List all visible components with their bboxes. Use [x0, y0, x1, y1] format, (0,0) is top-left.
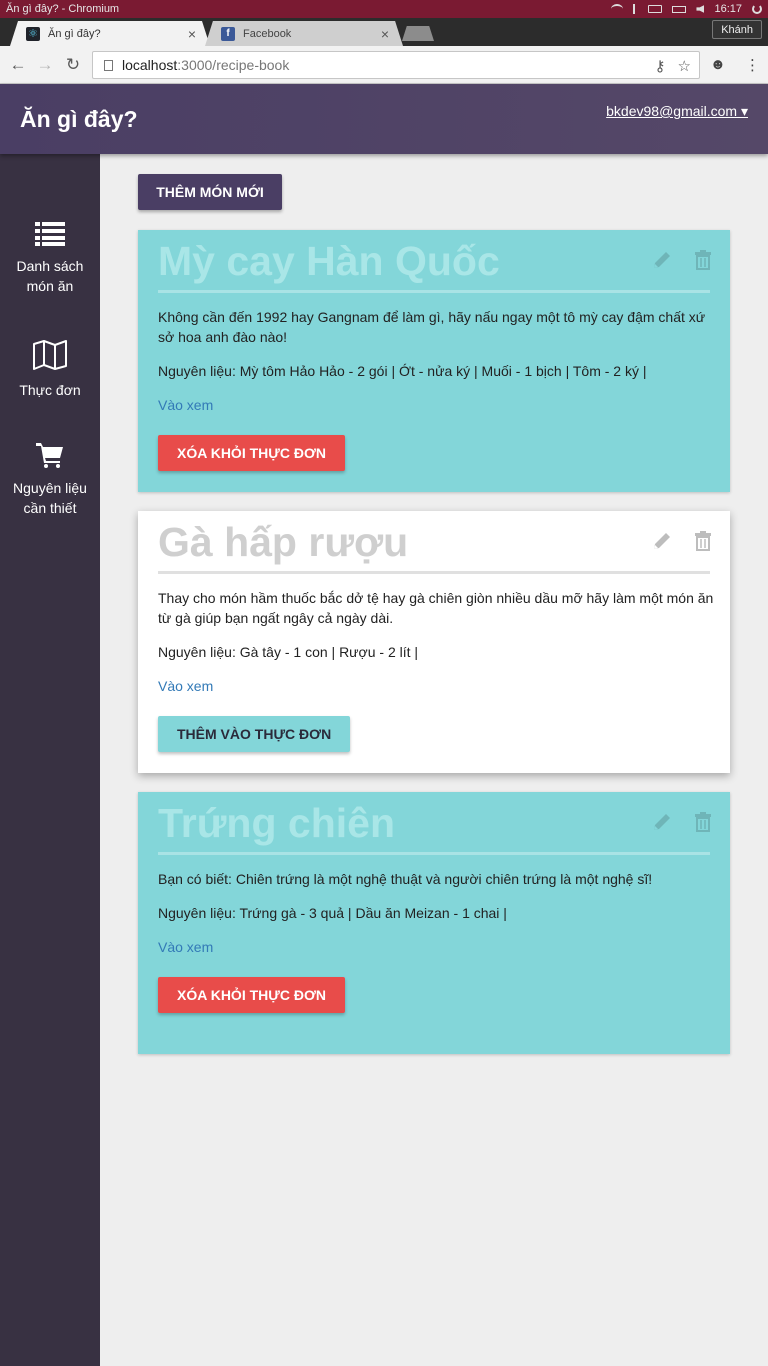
bluetooth-icon[interactable] [633, 4, 638, 14]
extension-icon[interactable]: ☻ [710, 56, 726, 73]
title-divider [158, 290, 710, 293]
cart-icon [36, 443, 63, 468]
url-path: :3000/recipe-book [177, 57, 290, 73]
keyboard-icon[interactable] [648, 5, 663, 13]
title-divider [158, 852, 710, 855]
map-icon [33, 340, 67, 370]
edit-pencil-icon[interactable] [652, 812, 672, 832]
recipe-ingredients: Nguyên liệu: Trứng gà - 3 quả | Dầu ăn M… [158, 905, 507, 921]
title-divider [158, 571, 710, 574]
react-favicon-icon: ⚛ [26, 26, 40, 41]
edit-pencil-icon[interactable] [652, 531, 672, 551]
recipe-card: Gà hấp rượu Thay cho món hầm thuốc bắc d… [138, 511, 730, 773]
url-host: localhost [122, 57, 178, 73]
app-header: Ăn gì đây? bkdev98@gmail.com ▾ [0, 84, 768, 154]
remove-from-menu-button[interactable]: XÓA KHỎI THỰC ĐƠN [158, 435, 346, 471]
recipe-ingredients: Nguyên liệu: Gà tây - 1 con | Rượu - 2 l… [158, 644, 419, 660]
sidebar-item-menu[interactable]: Thực đơn [0, 340, 100, 400]
tab-an-gi-day[interactable]: ⚛ Ăn gì đây? × [10, 21, 210, 46]
app-title[interactable]: Ăn gì đây? [20, 106, 138, 133]
battery-icon[interactable] [672, 5, 687, 13]
delete-trash-icon[interactable] [694, 531, 712, 551]
view-recipe-link[interactable]: Vào xem [158, 939, 213, 955]
recipe-title: Mỳ cay Hàn Quốc [158, 238, 500, 284]
browser-toolbar: ← → ↻ localhost:3000/recipe-book ⚷ ☆ ☻ ⋮ [0, 46, 768, 84]
close-tab-icon[interactable]: × [188, 26, 196, 42]
view-recipe-link[interactable]: Vào xem [158, 397, 213, 413]
sidebar-label: Thực đơn [19, 382, 81, 398]
remove-from-menu-button[interactable]: XÓA KHỎI THỰC ĐƠN [158, 977, 346, 1013]
menu-dots-icon[interactable]: ⋮ [745, 56, 760, 74]
key-icon[interactable]: ⚷ [655, 57, 666, 75]
recipe-ingredients: Nguyên liệu: Mỳ tôm Hảo Hảo - 2 gói | Ớt… [158, 363, 647, 379]
tab-strip: ⚛ Ăn gì đây? × f Facebook × Khánh [0, 18, 768, 46]
bookmark-star-icon[interactable]: ☆ [678, 57, 691, 75]
close-tab-icon[interactable]: × [381, 26, 389, 42]
reload-icon[interactable]: ↻ [62, 54, 84, 76]
sidebar-label: Nguyên liệu [13, 480, 87, 496]
add-to-menu-button[interactable]: THÊM VÀO THỰC ĐƠN [158, 716, 351, 752]
window-title: Ăn gì đây? - Chromium [6, 3, 120, 15]
tab-label: Ăn gì đây? [48, 27, 101, 40]
facebook-favicon-icon: f [221, 26, 235, 41]
add-recipe-button[interactable]: THÊM MÓN MỚI [138, 174, 282, 210]
back-arrow-icon[interactable]: ← [7, 54, 29, 76]
sidebar-item-recipes[interactable]: Danh sách món ăn [0, 222, 100, 296]
delete-trash-icon[interactable] [694, 812, 712, 832]
edit-pencil-icon[interactable] [652, 250, 672, 270]
tab-facebook[interactable]: f Facebook × [205, 21, 403, 46]
wifi-icon[interactable] [611, 4, 624, 14]
tab-label: Facebook [243, 27, 292, 40]
delete-trash-icon[interactable] [694, 250, 712, 270]
sidebar-label: cần thiết [23, 500, 77, 516]
profile-button[interactable]: Khánh [712, 20, 762, 39]
recipe-card: Mỳ cay Hàn Quốc Không cần đến 1992 hay G… [138, 230, 730, 492]
volume-icon[interactable] [696, 5, 705, 13]
new-tab-button[interactable] [402, 26, 434, 41]
sidebar: Danh sách món ăn Thực đơn Nguyên liệu cầ… [0, 154, 100, 1366]
address-bar[interactable]: localhost:3000/recipe-book ⚷ ☆ [92, 51, 700, 79]
sidebar-label: Danh sách [16, 258, 84, 274]
forward-arrow-icon[interactable]: → [34, 54, 56, 76]
recipe-description: Bạn có biết: Chiên trứng là một nghệ thu… [158, 871, 653, 887]
recipe-description: Thay cho món hầm thuốc bắc dở tệ hay gà … [158, 590, 714, 626]
page-icon [104, 59, 113, 71]
recipe-card: Trứng chiên Bạn có biết: Chiên trứng là … [138, 792, 730, 1054]
user-menu[interactable]: bkdev98@gmail.com ▾ [606, 103, 748, 120]
power-icon[interactable] [752, 4, 762, 14]
clock[interactable]: 16:17 [714, 3, 742, 15]
os-top-bar: Ăn gì đây? - Chromium 16:17 [0, 0, 768, 18]
sidebar-item-ingredients[interactable]: Nguyên liệu cần thiết [0, 442, 100, 518]
recipe-description: Không cần đến 1992 hay Gangnam để làm gì… [158, 309, 706, 345]
recipe-title: Gà hấp rượu [158, 519, 409, 565]
view-recipe-link[interactable]: Vào xem [158, 678, 213, 694]
list-icon [35, 222, 65, 246]
recipe-title: Trứng chiên [158, 800, 395, 846]
sidebar-label: món ăn [26, 278, 74, 294]
